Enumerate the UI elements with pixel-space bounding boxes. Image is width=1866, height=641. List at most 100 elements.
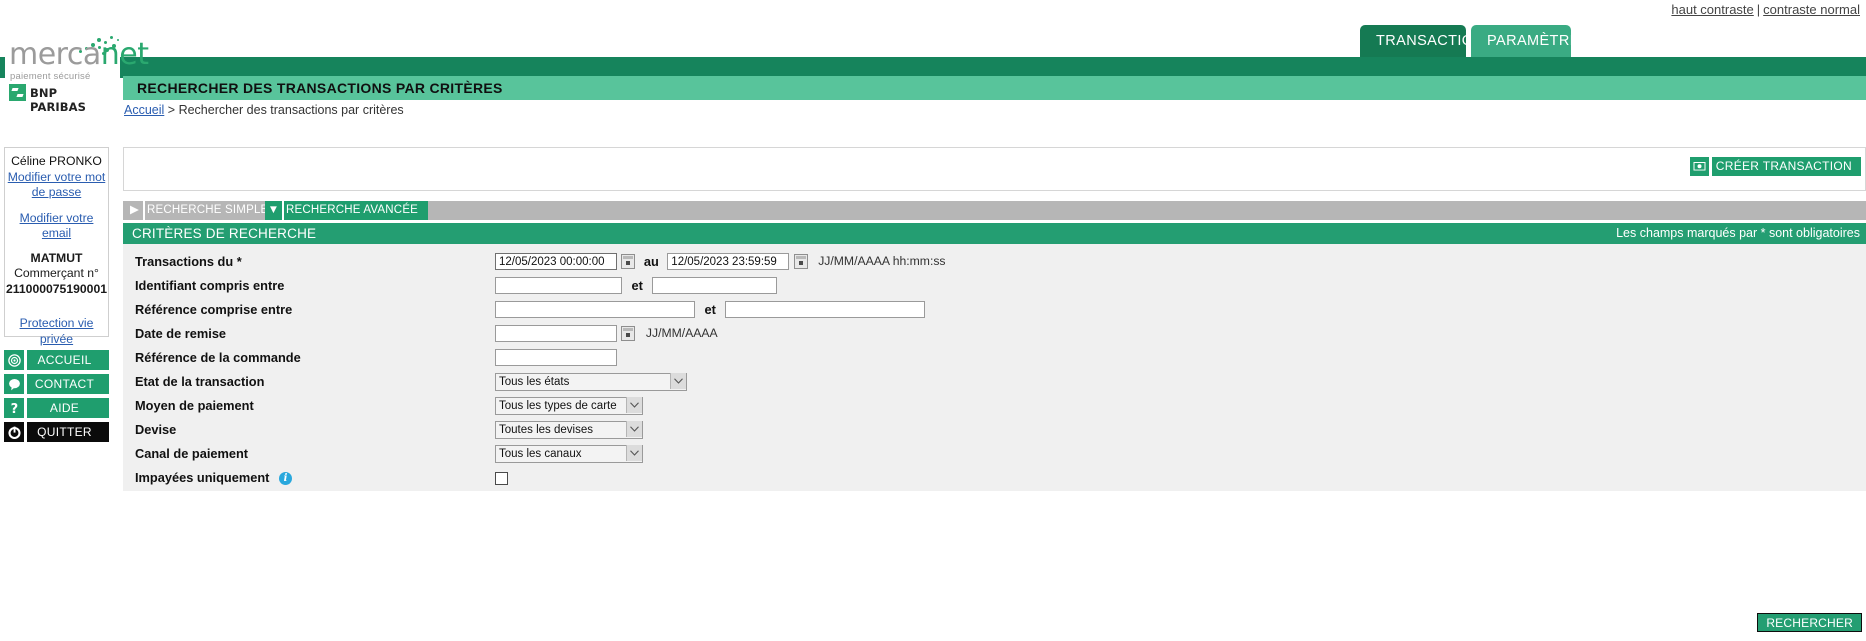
sidebar-item-accueil[interactable]: ACCUEIL [4, 350, 109, 370]
etat-transaction-select[interactable]: Tous les états [495, 373, 687, 391]
merchant-label: Commerçant n° [14, 266, 99, 280]
page-title: RECHERCHER DES TRANSACTIONS PAR CRITÈRES [137, 80, 503, 96]
label-reference-commande: Référence de la commande [135, 350, 301, 365]
criteria-form: Transactions du * au JJ/MM/AAAA hh:mm:ss… [123, 244, 1866, 491]
reference-from-input[interactable] [495, 301, 695, 319]
transactions-du-format-hint: JJ/MM/AAAA hh:mm:ss [818, 254, 946, 269]
bnp-label: BNP PARIBAS [30, 86, 87, 114]
canal-paiement-select-wrap: Tous les canaux [495, 444, 643, 463]
toolbar-panel: CRÉER TRANSACTION [123, 147, 1866, 191]
reference-controls: et [495, 301, 926, 319]
devise-select[interactable]: Toutes les devises [495, 421, 643, 439]
power-icon [4, 422, 24, 442]
triangle-down-icon: ▼ [265, 201, 282, 220]
user-info-card: Céline PRONKO Modifier votre mot de pass… [4, 147, 109, 346]
calendar-icon-date-remise[interactable] [621, 326, 636, 342]
reference-middle: et [704, 302, 716, 318]
reference-to-input[interactable] [725, 301, 926, 319]
info-icon[interactable]: i [278, 472, 292, 486]
impayees-checkbox[interactable] [495, 472, 508, 486]
row-date-remise: Date de remise JJ/MM/AAAA [123, 322, 1866, 346]
contrast-separator: | [1756, 2, 1761, 17]
label-etat-transaction: Etat de la transaction [135, 374, 265, 389]
moyen-paiement-controls: Tous les types de carte [495, 396, 643, 415]
calendar-icon-to[interactable] [793, 254, 808, 270]
tab-parametres[interactable]: PARAMÈTRES [1471, 25, 1589, 57]
logo-word-merca: merca [9, 37, 101, 72]
banknote-icon [1689, 157, 1709, 176]
logo-word-net: net [100, 37, 149, 72]
date-remise-input[interactable] [495, 325, 617, 343]
transactions-from-input[interactable] [495, 253, 617, 271]
sidebar-item-contact[interactable]: CONTACT [4, 374, 109, 394]
icon-divider [24, 350, 27, 370]
identifiant-middle: et [631, 278, 643, 294]
label-reference: Référence comprise entre [135, 302, 293, 317]
identifiant-controls: et [495, 277, 778, 295]
moyen-paiement-select[interactable]: Tous les types de carte [495, 397, 643, 415]
sidebar-item-quitter[interactable]: QUITTER [4, 422, 109, 442]
bnp-star-icon [9, 84, 26, 101]
criteria-header: CRITÈRES DE RECHERCHE Les champs marqués… [123, 223, 1866, 244]
etat-transaction-controls: Tous les états [495, 372, 687, 391]
label-impayees-text: Impayées uniquement [135, 470, 270, 485]
sidebar-item-aide[interactable]: ? AIDE [4, 398, 109, 418]
page-title-band: RECHERCHER DES TRANSACTIONS PAR CRITÈRES [123, 76, 1866, 100]
row-impayees: Impayées uniquement i [123, 466, 1866, 490]
speech-bubble-icon [4, 374, 24, 394]
change-email-link[interactable]: Modifier votre email [5, 211, 108, 242]
row-moyen-paiement: Moyen de paiement Tous les types de cart… [123, 394, 1866, 418]
devise-controls: Toutes les devises [495, 420, 643, 439]
calendar-icon-from[interactable] [621, 254, 636, 270]
etat-transaction-select-wrap: Tous les états [495, 372, 687, 391]
label-identifiant: Identifiant compris entre [135, 278, 285, 293]
canal-paiement-select[interactable]: Tous les canaux [495, 445, 643, 463]
devise-select-wrap: Toutes les devises [495, 420, 643, 439]
question-mark-icon: ? [4, 398, 24, 418]
create-transaction-button[interactable]: CRÉER TRANSACTION [1689, 157, 1861, 176]
row-etat-transaction: Etat de la transaction Tous les états [123, 370, 1866, 394]
mercanet-logo: mercanet paiement sécurisé BNP PARIBAS [5, 30, 149, 114]
row-transactions-du: Transactions du * au JJ/MM/AAAA hh:mm:ss [123, 250, 1866, 274]
icon-divider [143, 201, 145, 220]
breadcrumb-separator: > [167, 103, 176, 117]
reference-commande-input[interactable] [495, 349, 617, 367]
search-mode-tabs: ▶ RECHERCHE SIMPLE ▼ RECHERCHE AVANCÉE [123, 201, 1866, 220]
privacy-link[interactable]: Protection vie privée [5, 316, 108, 347]
icon-divider [24, 374, 27, 394]
tab-recherche-simple[interactable]: ▶ RECHERCHE SIMPLE [126, 201, 279, 220]
tab-recherche-simple-label: RECHERCHE SIMPLE [126, 201, 279, 220]
identifiant-from-input[interactable] [495, 277, 622, 295]
breadcrumb-current: Rechercher des transactions par critères [178, 103, 404, 117]
logo-tagline: paiement sécurisé [10, 71, 91, 82]
icon-divider [1708, 157, 1712, 176]
reference-commande-controls [495, 349, 617, 367]
tab-recherche-avancee-label: RECHERCHE AVANCÉE [265, 201, 429, 220]
canal-paiement-controls: Tous les canaux [495, 444, 643, 463]
row-identifiant: Identifiant compris entre et [123, 274, 1866, 298]
label-moyen-paiement: Moyen de paiement [135, 398, 254, 413]
tab-transactions[interactable]: TRANSACTIONS [1360, 25, 1494, 57]
merchant-name: MATMUT [30, 250, 83, 265]
triangle-right-icon: ▶ [126, 201, 143, 220]
label-canal-paiement: Canal de paiement [135, 446, 249, 461]
svg-text:?: ? [10, 402, 18, 415]
identifiant-to-input[interactable] [652, 277, 778, 295]
high-contrast-link[interactable]: haut contraste [1671, 2, 1753, 17]
normal-contrast-link[interactable]: contraste normal [1763, 2, 1860, 17]
breadcrumb: Accueil > Rechercher des transactions pa… [124, 102, 404, 118]
criteria-title: CRITÈRES DE RECHERCHE [132, 226, 317, 241]
tab-recherche-avancee[interactable]: ▼ RECHERCHE AVANCÉE [265, 201, 429, 220]
label-transactions-du: Transactions du * [135, 254, 242, 269]
row-reference-commande: Référence de la commande [123, 346, 1866, 370]
row-devise: Devise Toutes les devises [123, 418, 1866, 442]
search-button[interactable]: RECHERCHER [1757, 613, 1862, 632]
create-transaction-label: CRÉER TRANSACTION [1715, 159, 1852, 173]
transactions-to-input[interactable] [667, 253, 790, 271]
label-date-remise: Date de remise [135, 326, 227, 341]
change-password-link[interactable]: Modifier votre mot de passe [5, 170, 108, 201]
required-fields-note: Les champs marqués par * sont obligatoir… [1616, 226, 1860, 240]
breadcrumb-home-link[interactable]: Accueil [124, 103, 164, 117]
date-remise-controls: JJ/MM/AAAA [495, 325, 718, 343]
